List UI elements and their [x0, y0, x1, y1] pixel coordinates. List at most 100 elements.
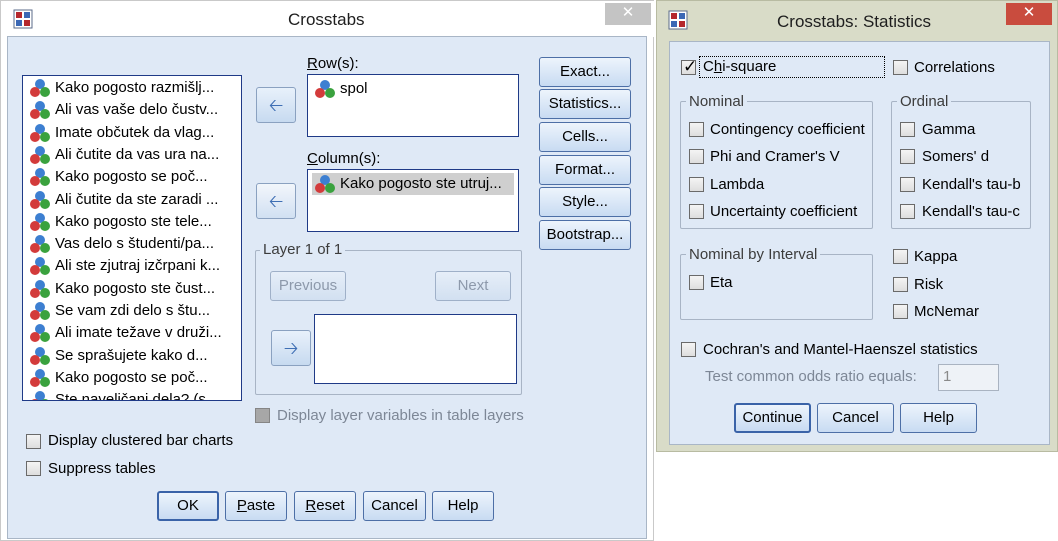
previous-layer-button[interactable]: Previous — [270, 271, 346, 301]
variable-list-item[interactable]: Ali vas vaše delo čustv... — [27, 99, 219, 121]
kendalls-tau-b-label: Kendall's tau-b — [922, 176, 1021, 193]
variable-list-item[interactable]: Se vam zdi delo s štu... — [27, 300, 219, 322]
variable-list-item-label: Ali ste zjutraj izčrpani k... — [55, 257, 221, 275]
variable-list-item[interactable]: Kako pogosto se poč... — [27, 367, 219, 389]
eta-label: Eta — [710, 274, 733, 291]
chi-square-checkbox[interactable]: ✓ — [681, 57, 697, 76]
statistics-help-button[interactable]: Help — [900, 403, 977, 433]
ok-button[interactable]: OK — [157, 491, 219, 521]
display-clustered-bar-charts-checkbox[interactable] — [26, 434, 41, 449]
lambda-label: Lambda — [710, 176, 765, 193]
risk-checkbox[interactable] — [893, 277, 908, 292]
layer-field[interactable] — [314, 314, 517, 384]
continue-button[interactable]: Continue — [734, 403, 811, 433]
move-to-rows-button[interactable]: 🡠 — [256, 87, 296, 123]
eta-checkbox[interactable] — [689, 275, 704, 290]
rows-item-label: spol — [340, 80, 368, 97]
variable-list-item-label: Ste naveličani dela? (s... — [55, 391, 219, 401]
variable-icon — [30, 324, 50, 343]
arrow-left-icon: 🡠 — [268, 95, 284, 115]
variable-list-item[interactable]: Vas delo s študenti/pa... — [27, 233, 219, 255]
help-button[interactable]: Help — [432, 491, 494, 521]
phi-cramers-v-checkbox[interactable] — [689, 149, 704, 164]
paste-button[interactable]: Paste — [225, 491, 287, 521]
somers-d-checkbox[interactable] — [900, 149, 915, 164]
variable-list-item[interactable]: Ali ste zjutraj izčrpani k... — [27, 255, 221, 277]
variable-list[interactable]: Ste naveličani dela? (s... Kako pogosto s… — [22, 75, 242, 401]
variable-list-item-label: Se vam zdi delo s štu... — [55, 302, 211, 319]
variable-list-item[interactable]: Ste naveličani dela? (s... — [27, 389, 219, 401]
kendalls-tau-c-checkbox[interactable] — [900, 204, 915, 219]
statistics-cancel-button[interactable]: Cancel — [817, 403, 894, 433]
mcnemar-label: McNemar — [914, 303, 980, 320]
exact-button[interactable]: Exact... — [539, 57, 631, 87]
suppress-tables-label: Suppress tables — [48, 460, 156, 477]
crosstabs-title: Crosstabs — [288, 10, 365, 29]
suppress-tables-checkbox[interactable] — [26, 461, 41, 476]
variable-list-item[interactable]: Ali čutite da vas ura na... — [27, 144, 219, 166]
columns-item-label: Kako pogosto ste utruj... — [340, 175, 502, 192]
variable-icon — [30, 302, 50, 320]
nominal-title: Nominal — [686, 93, 748, 110]
move-to-columns-button[interactable]: 🡠 — [256, 183, 296, 219]
variable-list-item-label: Kako pogosto se poč... — [55, 168, 208, 186]
variable-list-item-label: Ali imate težave v druži... — [55, 324, 222, 342]
variable-list-item[interactable]: Kako pogosto ste čust... — [27, 278, 219, 300]
cancel-button[interactable]: Cancel — [363, 491, 426, 521]
variable-icon — [32, 391, 48, 400]
variable-icon — [30, 123, 50, 142]
columns-field[interactable]: Kako pogosto ste utruj... — [307, 169, 519, 232]
kendalls-tau-c-label: Kendall's tau-c — [922, 203, 1020, 220]
style-button[interactable]: Style... — [539, 187, 631, 217]
variable-list-item-label: Kako pogosto ste tele... — [55, 212, 212, 230]
correlations-checkbox[interactable] — [893, 60, 908, 75]
phi-cramers-v-label: Phi and Cramer's V — [710, 148, 840, 165]
variable-list-item[interactable]: Imate občutek da vlag... — [27, 122, 219, 144]
lambda-checkbox[interactable] — [689, 177, 704, 192]
variable-list-item[interactable]: Kako pogosto se poč... — [27, 166, 219, 188]
format-button[interactable]: Format... — [539, 155, 631, 185]
cells-button[interactable]: Cells... — [539, 122, 631, 152]
variable-list-item[interactable]: Ali čutite da ste zaradi ... — [27, 189, 219, 211]
variable-list-item-label: Imate občutek da vlag... — [55, 123, 215, 141]
columns-label: Column(s): — [307, 150, 381, 167]
rows-field[interactable]: spol — [307, 74, 519, 137]
variable-list-item[interactable]: Se sprašujete kako d... — [27, 345, 219, 367]
variable-list-item-label: Ali čutite da ste zaradi ... — [55, 190, 219, 208]
statistics-close-button[interactable]: ✕ — [1006, 3, 1052, 25]
variable-list-item[interactable]: Ali imate težave v druži... — [27, 322, 222, 344]
contingency-coefficient-checkbox[interactable] — [689, 122, 704, 137]
crosstabs-close-button[interactable]: ✕ — [605, 3, 651, 25]
test-odds-ratio-input[interactable]: 1 — [938, 364, 999, 391]
ordinal-title: Ordinal — [897, 93, 952, 110]
statistics-button[interactable]: Statistics... — [539, 89, 631, 119]
mcnemar-checkbox[interactable] — [893, 304, 908, 319]
variable-icon — [30, 279, 50, 298]
variable-icon — [30, 145, 50, 164]
kappa-checkbox[interactable] — [893, 249, 908, 264]
gamma-checkbox[interactable] — [900, 122, 915, 137]
bootstrap-button[interactable]: Bootstrap... — [539, 220, 631, 250]
variable-list-item[interactable]: Kako pogosto ste tele... — [27, 211, 219, 233]
reset-button[interactable]: Reset — [294, 491, 356, 521]
kendalls-tau-b-checkbox[interactable] — [900, 177, 915, 192]
layer-title: Layer 1 of 1 — [260, 241, 346, 258]
variable-icon — [30, 190, 50, 209]
columns-item[interactable]: Kako pogosto ste utruj... — [312, 173, 514, 195]
rows-label: Row(s): — [307, 55, 359, 72]
move-to-layer-button[interactable]: 🡢 — [271, 330, 311, 366]
gamma-label: Gamma — [922, 121, 976, 138]
variable-list-item[interactable]: Kako pogosto razmišlj... — [27, 77, 219, 99]
variable-icon — [30, 235, 50, 254]
cochran-mantel-haenszel-label: Cochran's and Mantel-Haenszel statistics — [703, 341, 978, 358]
cochran-mantel-haenszel-checkbox[interactable] — [681, 342, 696, 357]
statistics-title: Crosstabs: Statistics — [777, 12, 931, 31]
variable-icon — [30, 346, 50, 365]
variable-icon — [30, 168, 50, 187]
uncertainty-coefficient-checkbox[interactable] — [689, 204, 704, 219]
somers-d-label: Somers' d — [922, 148, 990, 165]
nominal-variable-icon — [315, 80, 335, 98]
next-layer-button[interactable]: Next — [435, 271, 511, 301]
display-layer-variables-checkbox[interactable] — [255, 408, 270, 423]
variable-icon — [30, 101, 50, 120]
